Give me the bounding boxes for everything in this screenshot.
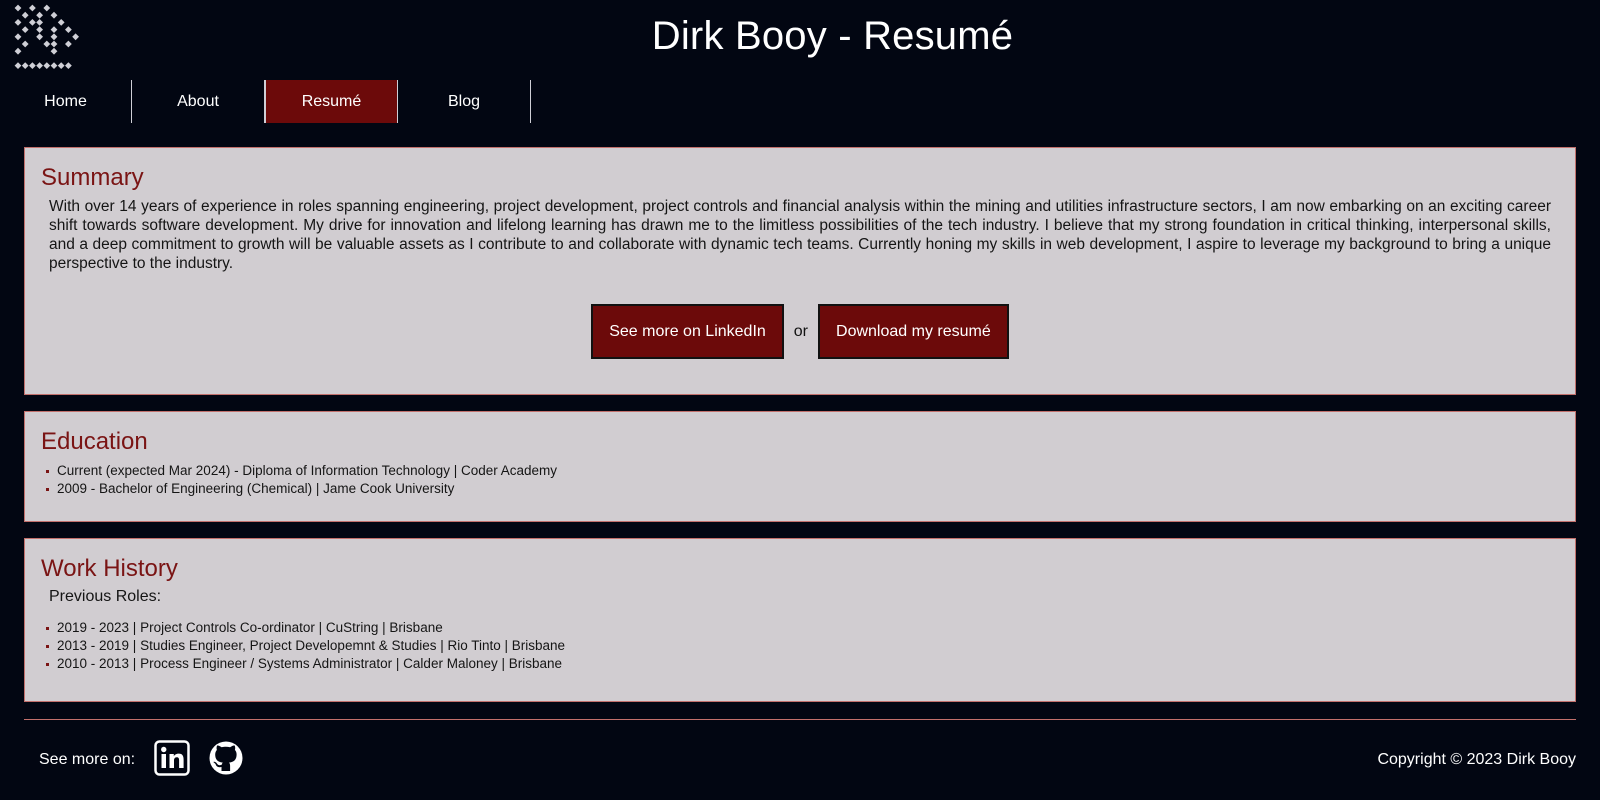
list-item: 2019 - 2023 | Project Controls Co-ordina… bbox=[45, 619, 1559, 637]
education-card: Education Current (expected Mar 2024) - … bbox=[24, 411, 1576, 522]
see-more-label: See more on: bbox=[39, 751, 136, 768]
nav-about[interactable]: About bbox=[132, 80, 265, 123]
summary-card: Summary With over 14 years of experience… bbox=[24, 147, 1576, 395]
nav-resume[interactable]: Resumé bbox=[265, 80, 398, 123]
main-nav: Home About Resumé Blog bbox=[0, 80, 531, 123]
list-item: 2013 - 2019 | Studies Engineer, Project … bbox=[45, 637, 1559, 655]
work-history-list: 2019 - 2023 | Project Controls Co-ordina… bbox=[45, 619, 1559, 673]
linkedin-button[interactable]: See more on LinkedIn bbox=[591, 304, 784, 359]
list-item: 2009 - Bachelor of Engineering (Chemical… bbox=[45, 480, 1559, 498]
list-item: Current (expected Mar 2024) - Diploma of… bbox=[45, 462, 1559, 480]
or-text: or bbox=[793, 322, 809, 340]
linkedin-icon[interactable] bbox=[154, 740, 190, 776]
nav-home[interactable]: Home bbox=[0, 80, 132, 123]
previous-roles-label: Previous Roles: bbox=[49, 588, 162, 605]
summary-heading: Summary bbox=[41, 164, 144, 191]
summary-text: With over 14 years of experience in role… bbox=[49, 198, 1551, 272]
download-resume-button[interactable]: Download my resumé bbox=[818, 304, 1009, 359]
summary-actions: See more on LinkedIn or Download my resu… bbox=[25, 304, 1575, 359]
list-item: 2010 - 2013 | Process Engineer / Systems… bbox=[45, 655, 1559, 673]
work-history-card: Work History Previous Roles: 2019 - 2023… bbox=[24, 538, 1576, 702]
education-heading: Education bbox=[41, 428, 148, 455]
page-title: Dirk Booy - Resumé bbox=[651, 14, 1014, 58]
nav-blog[interactable]: Blog bbox=[398, 80, 531, 123]
footer-divider bbox=[24, 719, 1576, 720]
education-list: Current (expected Mar 2024) - Diploma of… bbox=[45, 462, 1559, 498]
work-history-heading: Work History bbox=[41, 555, 178, 582]
copyright-text: Copyright © 2023 Dirk Booy bbox=[1377, 751, 1576, 768]
github-icon[interactable] bbox=[208, 740, 244, 776]
